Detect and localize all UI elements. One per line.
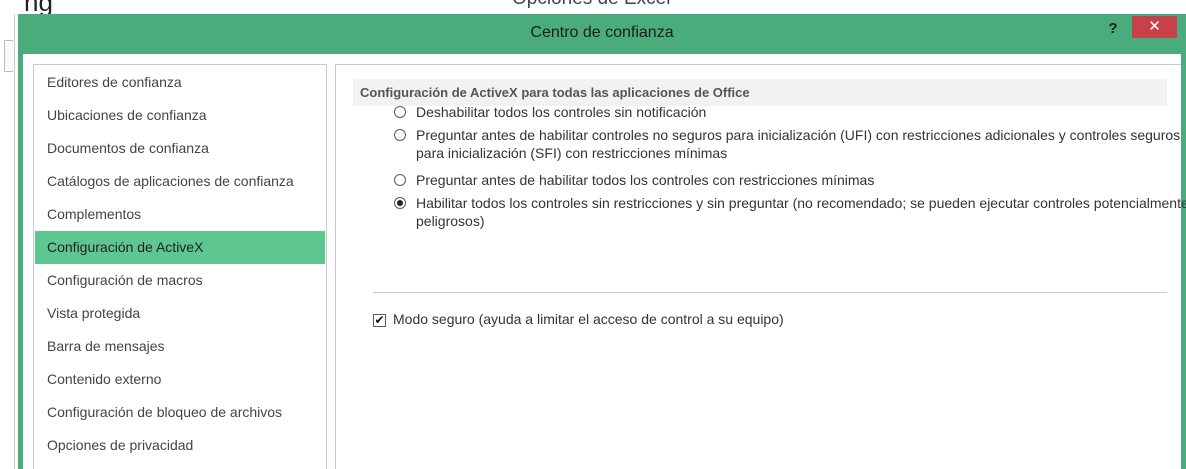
nav-item-documentos[interactable]: Documentos de confianza [35, 132, 325, 165]
nav-item-contenido-externo[interactable]: Contenido externo [35, 363, 325, 396]
section-header: Configuración de ActiveX para todas las … [353, 79, 1167, 106]
trust-center-nav: Editores de confianza Ubicaciones de con… [33, 64, 327, 469]
radio-button[interactable] [394, 106, 406, 118]
trust-center-dialog: Centro de confianza ? ✕ Editores de conf… [18, 14, 1186, 469]
help-button[interactable]: ? [1102, 18, 1124, 40]
nav-item-ubicaciones[interactable]: Ubicaciones de confianza [35, 99, 325, 132]
background-window-edge [0, 14, 15, 469]
radio-button[interactable] [394, 174, 406, 186]
nav-item-macros[interactable]: Configuración de macros [35, 264, 325, 297]
dialog-titlebar[interactable]: Centro de confianza ? ✕ [18, 14, 1186, 54]
nav-item-barra-mensajes[interactable]: Barra de mensajes [35, 330, 325, 363]
radio-button-selected[interactable] [394, 197, 406, 209]
background-window-title: Opciones de Excel [512, 0, 670, 10]
nav-item-catalogos[interactable]: Catálogos de aplicaciones de confianza [35, 165, 325, 198]
safe-mode-checkbox[interactable]: ✔ [373, 314, 386, 327]
nav-item-editores[interactable]: Editores de confianza [35, 66, 325, 99]
radio-option-label: Habilitar todos los controles sin restri… [416, 195, 1186, 229]
dialog-title: Centro de confianza [530, 24, 674, 41]
radio-option-label: Preguntar antes de habilitar todos los c… [416, 172, 875, 188]
nav-item-vista-protegida[interactable]: Vista protegida [35, 297, 325, 330]
safe-mode-label[interactable]: Modo seguro (ayuda a limitar el acceso d… [393, 311, 784, 327]
radio-button[interactable] [394, 129, 406, 141]
nav-item-bloqueo-archivos[interactable]: Configuración de bloqueo de archivos [35, 396, 325, 429]
nav-item-privacidad[interactable]: Opciones de privacidad [35, 429, 325, 462]
radio-option-label: Preguntar antes de habilitar controles n… [416, 127, 1181, 161]
background-window-control [4, 40, 13, 72]
radio-option-label: Deshabilitar todos los controles sin not… [416, 104, 707, 120]
close-button[interactable]: ✕ [1132, 16, 1177, 38]
nav-item-complementos[interactable]: Complementos [35, 198, 325, 231]
nav-item-activex[interactable]: Configuración de ActiveX [35, 231, 325, 264]
activex-settings-panel: Configuración de ActiveX para todas las … [335, 64, 1186, 469]
section-divider [373, 292, 1167, 293]
dialog-client-area: Editores de confianza Ubicaciones de con… [23, 54, 1186, 469]
